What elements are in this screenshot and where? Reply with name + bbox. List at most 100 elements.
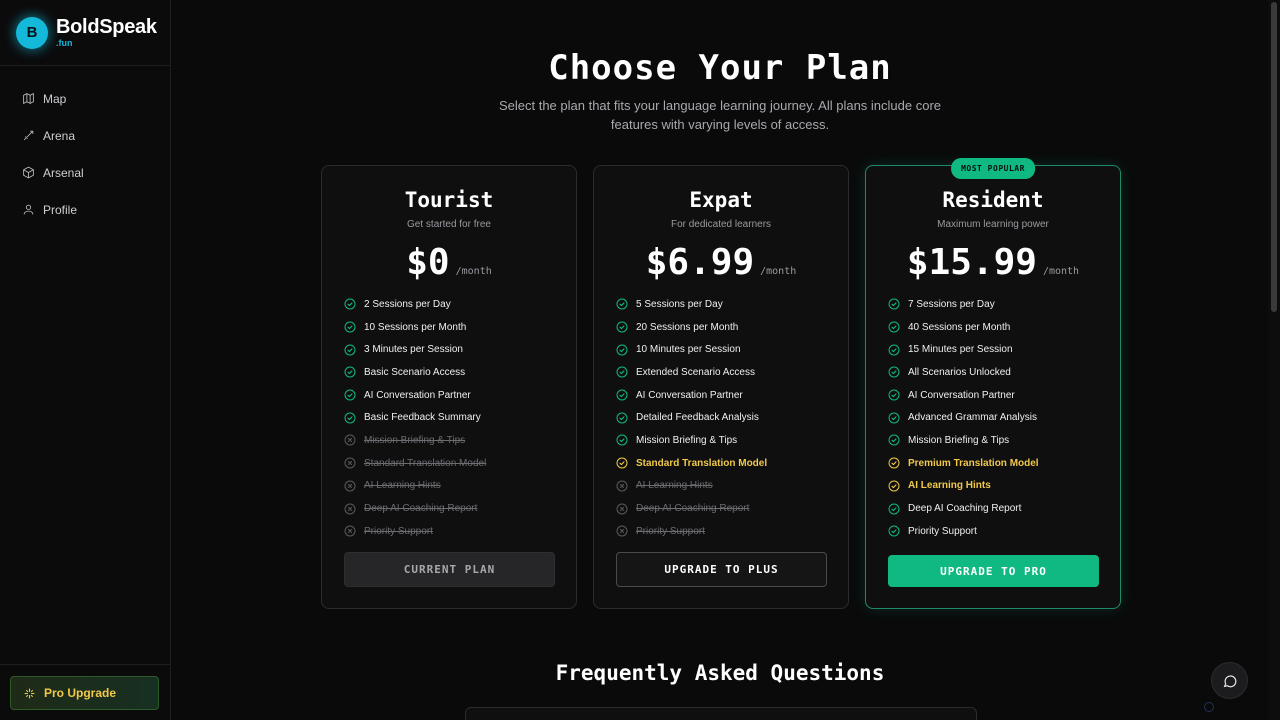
feature-item: 5 Sessions per Day bbox=[616, 293, 767, 316]
feature-label: AI Conversation Partner bbox=[364, 389, 471, 401]
feature-list: 5 Sessions per Day 20 Sessions per Month 1… bbox=[616, 293, 767, 543]
check-circle-icon bbox=[888, 366, 900, 378]
x-circle-icon bbox=[344, 503, 356, 515]
sidebar-item-label: Profile bbox=[43, 202, 78, 217]
feature-list: 2 Sessions per Day 10 Sessions per Month 3… bbox=[344, 293, 486, 543]
brand[interactable]: B BoldSpeak .fun bbox=[0, 0, 170, 66]
feature-label: Priority Support bbox=[908, 525, 977, 537]
feature-label: 3 Minutes per Session bbox=[364, 344, 463, 356]
plan-price: $15.99 bbox=[906, 242, 1037, 283]
feature-item: Mission Briefing & Tips bbox=[888, 429, 1039, 452]
sidebar-item-arena[interactable]: Arena bbox=[0, 117, 170, 154]
upgrade-to-plus-button[interactable]: UPGRADE TO PLUS bbox=[616, 552, 827, 587]
feature-item: Priority Support bbox=[888, 520, 1039, 543]
feature-item: 10 Sessions per Month bbox=[344, 316, 486, 339]
sidebar-nav: Map Arena Arsenal Profile bbox=[0, 66, 170, 228]
feature-item: Extended Scenario Access bbox=[616, 361, 767, 384]
feature-item: Advanced Grammar Analysis bbox=[888, 406, 1039, 429]
check-circle-icon bbox=[344, 366, 356, 378]
plan-tagline: For dedicated learners bbox=[670, 219, 772, 230]
feature-item: 7 Sessions per Day bbox=[888, 293, 1039, 316]
feature-label: 10 Sessions per Month bbox=[364, 321, 467, 333]
check-circle-icon bbox=[888, 525, 900, 537]
sidebar-item-arsenal[interactable]: Arsenal bbox=[0, 154, 170, 191]
check-circle-icon bbox=[616, 457, 628, 469]
feature-label: Standard Translation Model bbox=[364, 457, 487, 469]
check-circle-icon bbox=[616, 389, 628, 401]
plan-period: /month bbox=[760, 266, 797, 277]
feature-item: AI Learning Hints bbox=[616, 475, 767, 498]
feature-item: 2 Sessions per Day bbox=[344, 293, 486, 316]
sidebar-item-label: Arena bbox=[43, 128, 76, 143]
pro-upgrade-button[interactable]: Pro Upgrade bbox=[10, 676, 159, 710]
check-circle-icon bbox=[344, 389, 356, 401]
check-circle-icon bbox=[344, 321, 356, 333]
faq-item[interactable] bbox=[465, 707, 977, 720]
feature-item: 15 Minutes per Session bbox=[888, 338, 1039, 361]
x-circle-icon bbox=[344, 525, 356, 537]
map-icon bbox=[23, 92, 34, 105]
sword-icon bbox=[23, 130, 34, 141]
plan-tagline: Maximum learning power bbox=[937, 219, 1049, 230]
feature-item: 40 Sessions per Month bbox=[888, 316, 1039, 339]
check-circle-icon bbox=[344, 412, 356, 424]
feature-label: AI Learning Hints bbox=[364, 480, 441, 492]
feature-item: AI Learning Hints bbox=[888, 475, 1039, 498]
feature-label: 10 Minutes per Session bbox=[636, 344, 741, 356]
most-popular-badge: MOST POPULAR bbox=[951, 158, 1035, 179]
feature-item: Mission Briefing & Tips bbox=[344, 429, 486, 452]
feature-item: All Scenarios Unlocked bbox=[888, 361, 1039, 384]
sidebar-item-label: Map bbox=[43, 91, 67, 106]
user-icon bbox=[23, 204, 34, 215]
feature-item: Mission Briefing & Tips bbox=[616, 429, 767, 452]
check-circle-icon bbox=[888, 457, 900, 469]
check-circle-icon bbox=[888, 321, 900, 333]
feature-label: Mission Briefing & Tips bbox=[908, 434, 1010, 446]
plan-period: /month bbox=[1042, 266, 1080, 277]
feature-label: Mission Briefing & Tips bbox=[364, 434, 466, 446]
feature-item: Deep AI Coaching Report bbox=[888, 497, 1039, 520]
upgrade-to-pro-button[interactable]: UPGRADE TO PRO bbox=[888, 555, 1099, 587]
feature-item: Basic Feedback Summary bbox=[344, 406, 486, 429]
plan-period: /month bbox=[455, 266, 492, 277]
faq-title: Frequently Asked Questions bbox=[555, 661, 885, 685]
feature-item: 3 Minutes per Session bbox=[344, 338, 486, 361]
feature-label: Extended Scenario Access bbox=[636, 366, 755, 378]
x-circle-icon bbox=[344, 480, 356, 492]
feature-item: Basic Scenario Access bbox=[344, 361, 486, 384]
pro-upgrade-label: Pro Upgrade bbox=[44, 686, 117, 700]
plan-name: Expat bbox=[689, 188, 753, 212]
feature-item: Deep AI Coaching Report bbox=[616, 497, 767, 520]
feature-item: Priority Support bbox=[616, 520, 767, 543]
chat-button[interactable] bbox=[1211, 662, 1248, 699]
check-circle-icon bbox=[888, 503, 900, 515]
current-plan-button[interactable]: CURRENT PLAN bbox=[344, 552, 555, 587]
feature-label: AI Conversation Partner bbox=[636, 389, 743, 401]
sidebar-item-map[interactable]: Map bbox=[0, 80, 170, 117]
feature-label: Basic Scenario Access bbox=[364, 366, 466, 378]
feature-label: AI Conversation Partner bbox=[908, 389, 1015, 401]
feature-label: All Scenarios Unlocked bbox=[908, 366, 1011, 378]
check-circle-icon bbox=[888, 412, 900, 424]
sparkle-icon bbox=[24, 688, 35, 698]
brand-suffix: .fun bbox=[56, 38, 73, 48]
x-circle-icon bbox=[344, 457, 356, 469]
sidebar-item-profile[interactable]: Profile bbox=[0, 191, 170, 228]
feature-label: AI Learning Hints bbox=[636, 480, 713, 492]
feature-item: Priority Support bbox=[344, 520, 486, 543]
feature-label: Priority Support bbox=[636, 525, 705, 537]
check-circle-icon bbox=[888, 389, 900, 401]
plan-price: $6.99 bbox=[645, 242, 755, 283]
plan-price: $0 bbox=[406, 242, 450, 283]
check-circle-icon bbox=[344, 298, 356, 310]
x-circle-icon bbox=[344, 434, 356, 446]
feature-item: Deep AI Coaching Report bbox=[344, 497, 486, 520]
check-circle-icon bbox=[888, 298, 900, 310]
check-circle-icon bbox=[616, 434, 628, 446]
check-circle-icon bbox=[888, 480, 900, 492]
feature-list: 7 Sessions per Day 40 Sessions per Month 1… bbox=[888, 293, 1039, 543]
scrollbar-thumb[interactable] bbox=[1271, 2, 1277, 312]
feature-item: 20 Sessions per Month bbox=[616, 316, 767, 339]
feature-label: Mission Briefing & Tips bbox=[636, 434, 738, 446]
logo-icon bbox=[1204, 702, 1214, 712]
